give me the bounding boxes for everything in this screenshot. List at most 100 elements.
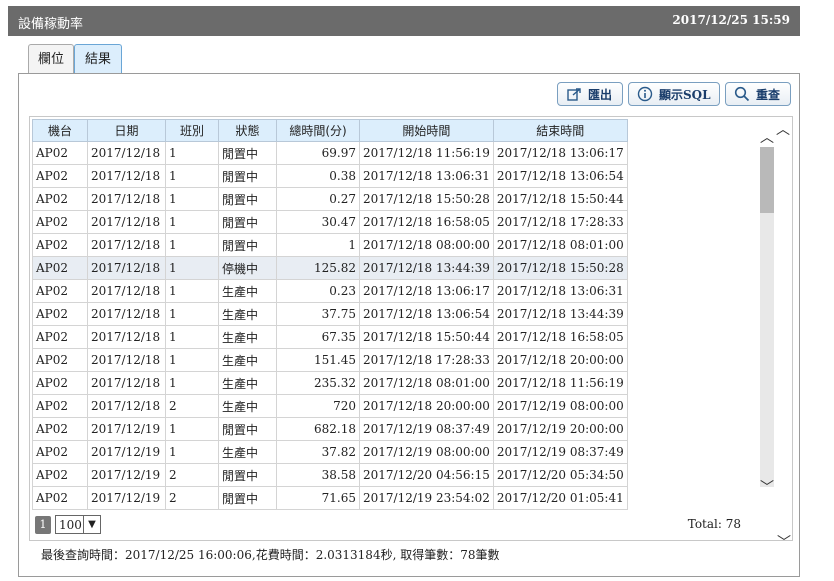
scroll-up-icon[interactable]: ︿	[760, 127, 774, 147]
table-cell: 2017/12/18 13:06:17	[492, 141, 628, 165]
table-cell: 2017/12/19	[87, 417, 166, 441]
export-button[interactable]: 匯出	[557, 82, 623, 106]
table-cell: 2017/12/18	[87, 187, 166, 211]
scroll-up-outer-icon[interactable]: ︿	[776, 119, 790, 139]
table-cell: 2017/12/18	[87, 302, 166, 326]
table-cell: 38.58	[276, 463, 360, 487]
window-title: 設備稼動率	[18, 17, 84, 32]
table-cell: 1	[165, 279, 219, 303]
table-cell: 1	[165, 164, 219, 188]
table-cell: AP02	[32, 486, 88, 510]
table-cell: AP02	[32, 371, 88, 395]
column-header[interactable]: 結束時間	[492, 119, 628, 142]
table-cell: 生產中	[218, 440, 277, 464]
column-header[interactable]: 總時間(分)	[276, 119, 360, 142]
table-row[interactable]: AP02 2017/12/19 2 閒置中 38.58 2017/12/20 04:56:…	[32, 463, 628, 487]
table-row[interactable]: AP02 2017/12/18 1 停機中 125.82 2017/12/18 13:44…	[32, 256, 628, 280]
table-cell: 2017/12/18 15:50:28	[359, 187, 494, 211]
table-row[interactable]: AP02 2017/12/18 1 生產中 151.45 2017/12/18 17:28…	[32, 348, 628, 372]
table-row[interactable]: AP02 2017/12/19 1 閒置中 682.18 2017/12/19 08:37…	[32, 417, 628, 441]
table-cell: 2017/12/18 16:58:05	[359, 210, 494, 234]
vertical-scrollbar[interactable]: ︿ ︿ ﹀	[760, 117, 790, 540]
table-cell: 2017/12/18	[87, 164, 166, 188]
scroll-down-icon[interactable]: ﹀	[760, 477, 774, 497]
column-header[interactable]: 開始時間	[359, 119, 494, 142]
table-row[interactable]: AP02 2017/12/18 1 閒置中 69.97 2017/12/18 11:56:…	[32, 141, 628, 165]
table-cell: 71.65	[276, 486, 360, 510]
table-cell: 2017/12/19 20:00:00	[492, 417, 628, 441]
results-grid: 機台 日期 班別 狀態 總時間(分) 開始時間 結束時間 AP02 2017/12…	[29, 116, 793, 541]
table-cell: 2017/12/18	[87, 348, 166, 372]
table-cell: 2017/12/20 05:34:50	[492, 463, 628, 487]
table-cell: AP02	[32, 141, 88, 165]
table-cell: 235.32	[276, 371, 360, 395]
page-size-select[interactable]: 100 ▼	[55, 515, 101, 534]
table-row[interactable]: AP02 2017/12/19 1 生產中 37.82 2017/12/19 08:00:…	[32, 440, 628, 464]
table-cell: 0.27	[276, 187, 360, 211]
table-cell: 1	[165, 302, 219, 326]
table-cell: 2017/12/19	[87, 463, 166, 487]
table-cell: 2017/12/18	[87, 210, 166, 234]
table-cell: 2017/12/18	[87, 325, 166, 349]
table-row[interactable]: AP02 2017/12/18 1 閒置中 0.38 2017/12/18 13:06:3…	[32, 164, 628, 188]
table-row[interactable]: AP02 2017/12/18 1 生產中 37.75 2017/12/18 13:06:…	[32, 302, 628, 326]
page-number-button[interactable]: 1	[35, 516, 51, 534]
table-row[interactable]: AP02 2017/12/18 1 生產中 67.35 2017/12/18 15:50:…	[32, 325, 628, 349]
info-icon	[637, 86, 653, 102]
table-cell: AP02	[32, 210, 88, 234]
column-header[interactable]: 班別	[165, 119, 219, 142]
scrollbar-track[interactable]	[760, 147, 774, 487]
table-cell: 生產中	[218, 348, 277, 372]
table-cell: 2017/12/19 08:37:49	[492, 440, 628, 464]
table-cell: 67.35	[276, 325, 360, 349]
table-cell: 1	[165, 210, 219, 234]
chevron-down-icon[interactable]: ▼	[83, 516, 100, 533]
table-row[interactable]: AP02 2017/12/18 2 生產中 720 2017/12/18 20:00:00…	[32, 394, 628, 418]
tab-results[interactable]: 結果	[74, 44, 122, 75]
table-cell: 2017/12/18 13:44:39	[359, 256, 494, 280]
table-row[interactable]: AP02 2017/12/18 1 生產中 0.23 2017/12/18 13:06:1…	[32, 279, 628, 303]
table-cell: 2017/12/18 17:28:33	[359, 348, 494, 372]
table-cell: 停機中	[218, 256, 277, 280]
scrollbar-thumb[interactable]	[760, 147, 774, 213]
table-cell: 2017/12/18 11:56:19	[492, 371, 628, 395]
column-header[interactable]: 狀態	[218, 119, 277, 142]
table-cell: 2017/12/18 20:00:00	[359, 394, 494, 418]
table-row[interactable]: AP02 2017/12/18 1 閒置中 1 2017/12/18 08:00:00 20…	[32, 233, 628, 257]
table-cell: AP02	[32, 394, 88, 418]
table-row[interactable]: AP02 2017/12/18 1 閒置中 30.47 2017/12/18 16:58:…	[32, 210, 628, 234]
table-row[interactable]: AP02 2017/12/19 2 閒置中 71.65 2017/12/19 23:54:…	[32, 486, 628, 510]
table-cell: AP02	[32, 440, 88, 464]
table-cell: AP02	[32, 325, 88, 349]
column-header[interactable]: 機台	[32, 119, 88, 142]
tab-fields[interactable]: 欄位	[28, 44, 74, 74]
table-cell: 1	[165, 348, 219, 372]
scroll-down-outer-icon[interactable]: ﹀	[777, 532, 791, 552]
table-row[interactable]: AP02 2017/12/18 1 生產中 235.32 2017/12/18 08:01…	[32, 371, 628, 395]
table-cell: 37.75	[276, 302, 360, 326]
results-table: 機台 日期 班別 狀態 總時間(分) 開始時間 結束時間 AP02 2017/12…	[32, 119, 628, 510]
table-cell: 125.82	[276, 256, 360, 280]
table-cell: AP02	[32, 233, 88, 257]
table-cell: 2017/12/18 16:58:05	[492, 325, 628, 349]
table-cell: 2017/12/18	[87, 371, 166, 395]
table-cell: 閒置中	[218, 417, 277, 441]
table-cell: 閒置中	[218, 141, 277, 165]
table-cell: 2017/12/18	[87, 141, 166, 165]
table-cell: 1	[165, 371, 219, 395]
table-body: AP02 2017/12/18 1 閒置中 69.97 2017/12/18 11:56:…	[32, 141, 628, 510]
table-cell: 2017/12/19	[87, 440, 166, 464]
table-cell: 2017/12/18 15:50:44	[492, 187, 628, 211]
current-datetime: 2017/12/25 15:59	[672, 13, 790, 27]
table-row[interactable]: AP02 2017/12/18 1 閒置中 0.27 2017/12/18 15:50:2…	[32, 187, 628, 211]
table-cell: 30.47	[276, 210, 360, 234]
requery-button[interactable]: 重查	[725, 82, 791, 106]
table-cell: 2	[165, 394, 219, 418]
table-cell: 2017/12/18 08:01:00	[492, 233, 628, 257]
requery-label: 重查	[756, 87, 781, 102]
show-sql-button[interactable]: 顯示SQL	[628, 82, 720, 106]
total-count: Total: 78	[687, 517, 741, 531]
column-header[interactable]: 日期	[87, 119, 166, 142]
table-cell: 2	[165, 463, 219, 487]
table-cell: 生產中	[218, 371, 277, 395]
